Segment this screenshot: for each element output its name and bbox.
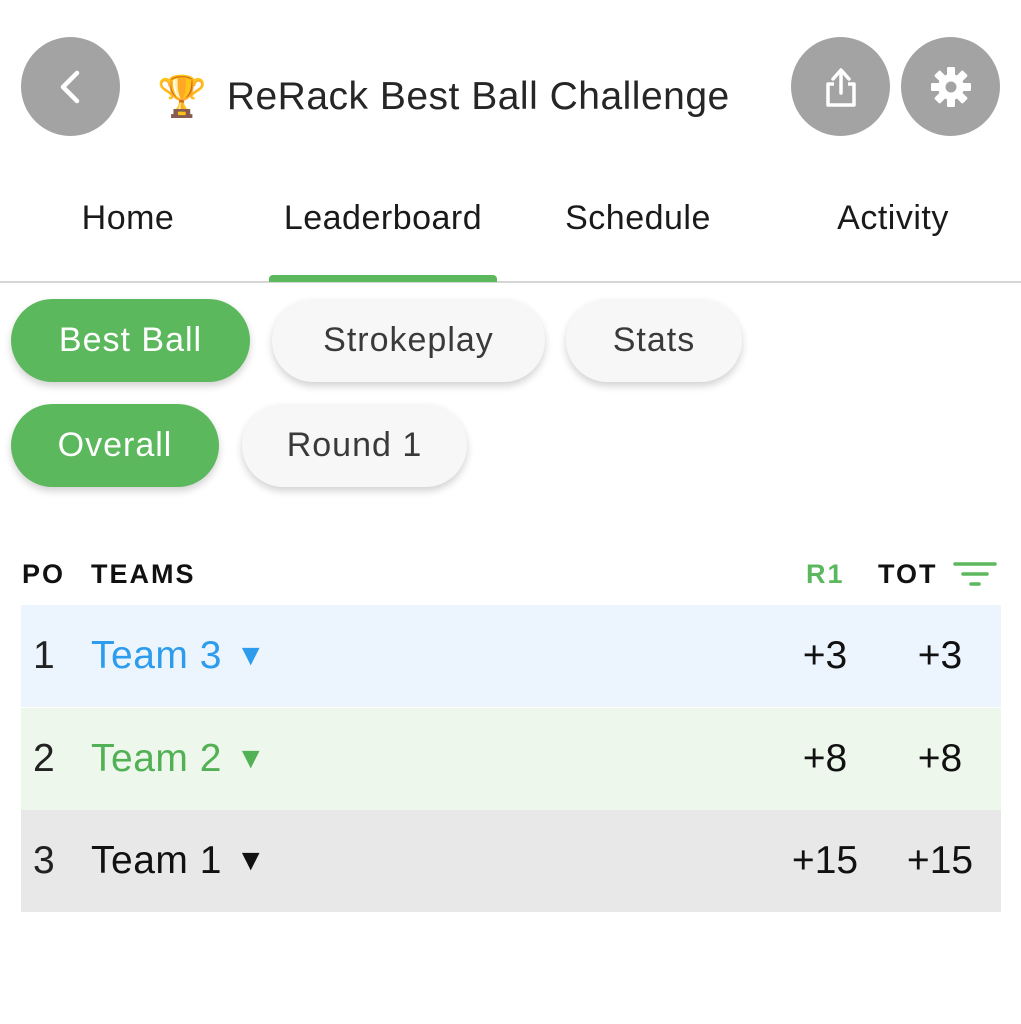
tab-schedule[interactable]: Schedule xyxy=(528,178,748,258)
row-r1-score: +15 xyxy=(791,839,859,882)
leaderboard-row[interactable]: 2 Team 2 ▼ +8 +8 xyxy=(21,708,1001,810)
row-position: 1 xyxy=(33,634,55,677)
tab-leaderboard[interactable]: Leaderboard xyxy=(258,178,508,258)
row-total-score: +3 xyxy=(917,634,963,677)
row-team[interactable]: Team 3 ▼ xyxy=(91,605,266,707)
column-header-teams: TEAMS xyxy=(91,558,196,589)
row-position: 2 xyxy=(33,737,55,780)
row-team[interactable]: Team 1 ▼ xyxy=(91,810,266,912)
column-header-r1[interactable]: R1 xyxy=(806,556,845,592)
chevron-left-icon xyxy=(60,70,79,103)
row-r1-score: +8 xyxy=(802,737,848,780)
page-title-text: ReRack Best Ball Challenge xyxy=(226,75,730,118)
column-header-position: PO xyxy=(22,558,66,589)
expand-triangle-icon[interactable]: ▼ xyxy=(236,639,266,673)
row-team[interactable]: Team 2 ▼ xyxy=(91,708,266,810)
chip-round-1[interactable]: Round 1 xyxy=(242,404,467,487)
page-title: 🏆 ReRack Best Ball Challenge xyxy=(157,67,757,127)
tab-bar: Home Leaderboard Schedule Activity xyxy=(0,178,1021,283)
share-button[interactable] xyxy=(791,37,890,136)
row-total-score: +8 xyxy=(917,737,963,780)
expand-triangle-icon[interactable]: ▼ xyxy=(236,742,266,776)
chip-stats[interactable]: Stats xyxy=(566,299,742,382)
settings-button[interactable] xyxy=(901,37,1000,136)
chip-overall[interactable]: Overall xyxy=(11,404,219,487)
chip-best-ball[interactable]: Best Ball xyxy=(11,299,250,382)
team-name: Team 1 xyxy=(91,839,222,882)
gear-icon xyxy=(930,66,971,107)
chip-strokeplay[interactable]: Strokeplay xyxy=(272,299,545,382)
row-position: 3 xyxy=(33,839,55,882)
active-tab-indicator xyxy=(269,275,497,282)
trophy-icon: 🏆 xyxy=(157,75,207,119)
expand-triangle-icon[interactable]: ▼ xyxy=(236,844,266,878)
back-button[interactable] xyxy=(21,37,120,136)
team-name: Team 3 xyxy=(91,634,222,677)
leaderboard-row[interactable]: 3 Team 1 ▼ +15 +15 xyxy=(21,810,1001,912)
column-header-total[interactable]: TOT xyxy=(878,556,938,592)
team-name: Team 2 xyxy=(91,737,222,780)
sort-filter-icon[interactable] xyxy=(953,560,997,590)
row-total-score: +15 xyxy=(906,839,974,882)
leaderboard-row[interactable]: 1 Team 3 ▼ +3 +3 xyxy=(21,605,1001,707)
tab-activity[interactable]: Activity xyxy=(793,178,993,258)
share-icon xyxy=(825,67,856,107)
tab-home[interactable]: Home xyxy=(28,178,228,258)
app-header: 🏆 ReRack Best Ball Challenge xyxy=(0,0,1021,175)
row-r1-score: +3 xyxy=(802,634,848,677)
